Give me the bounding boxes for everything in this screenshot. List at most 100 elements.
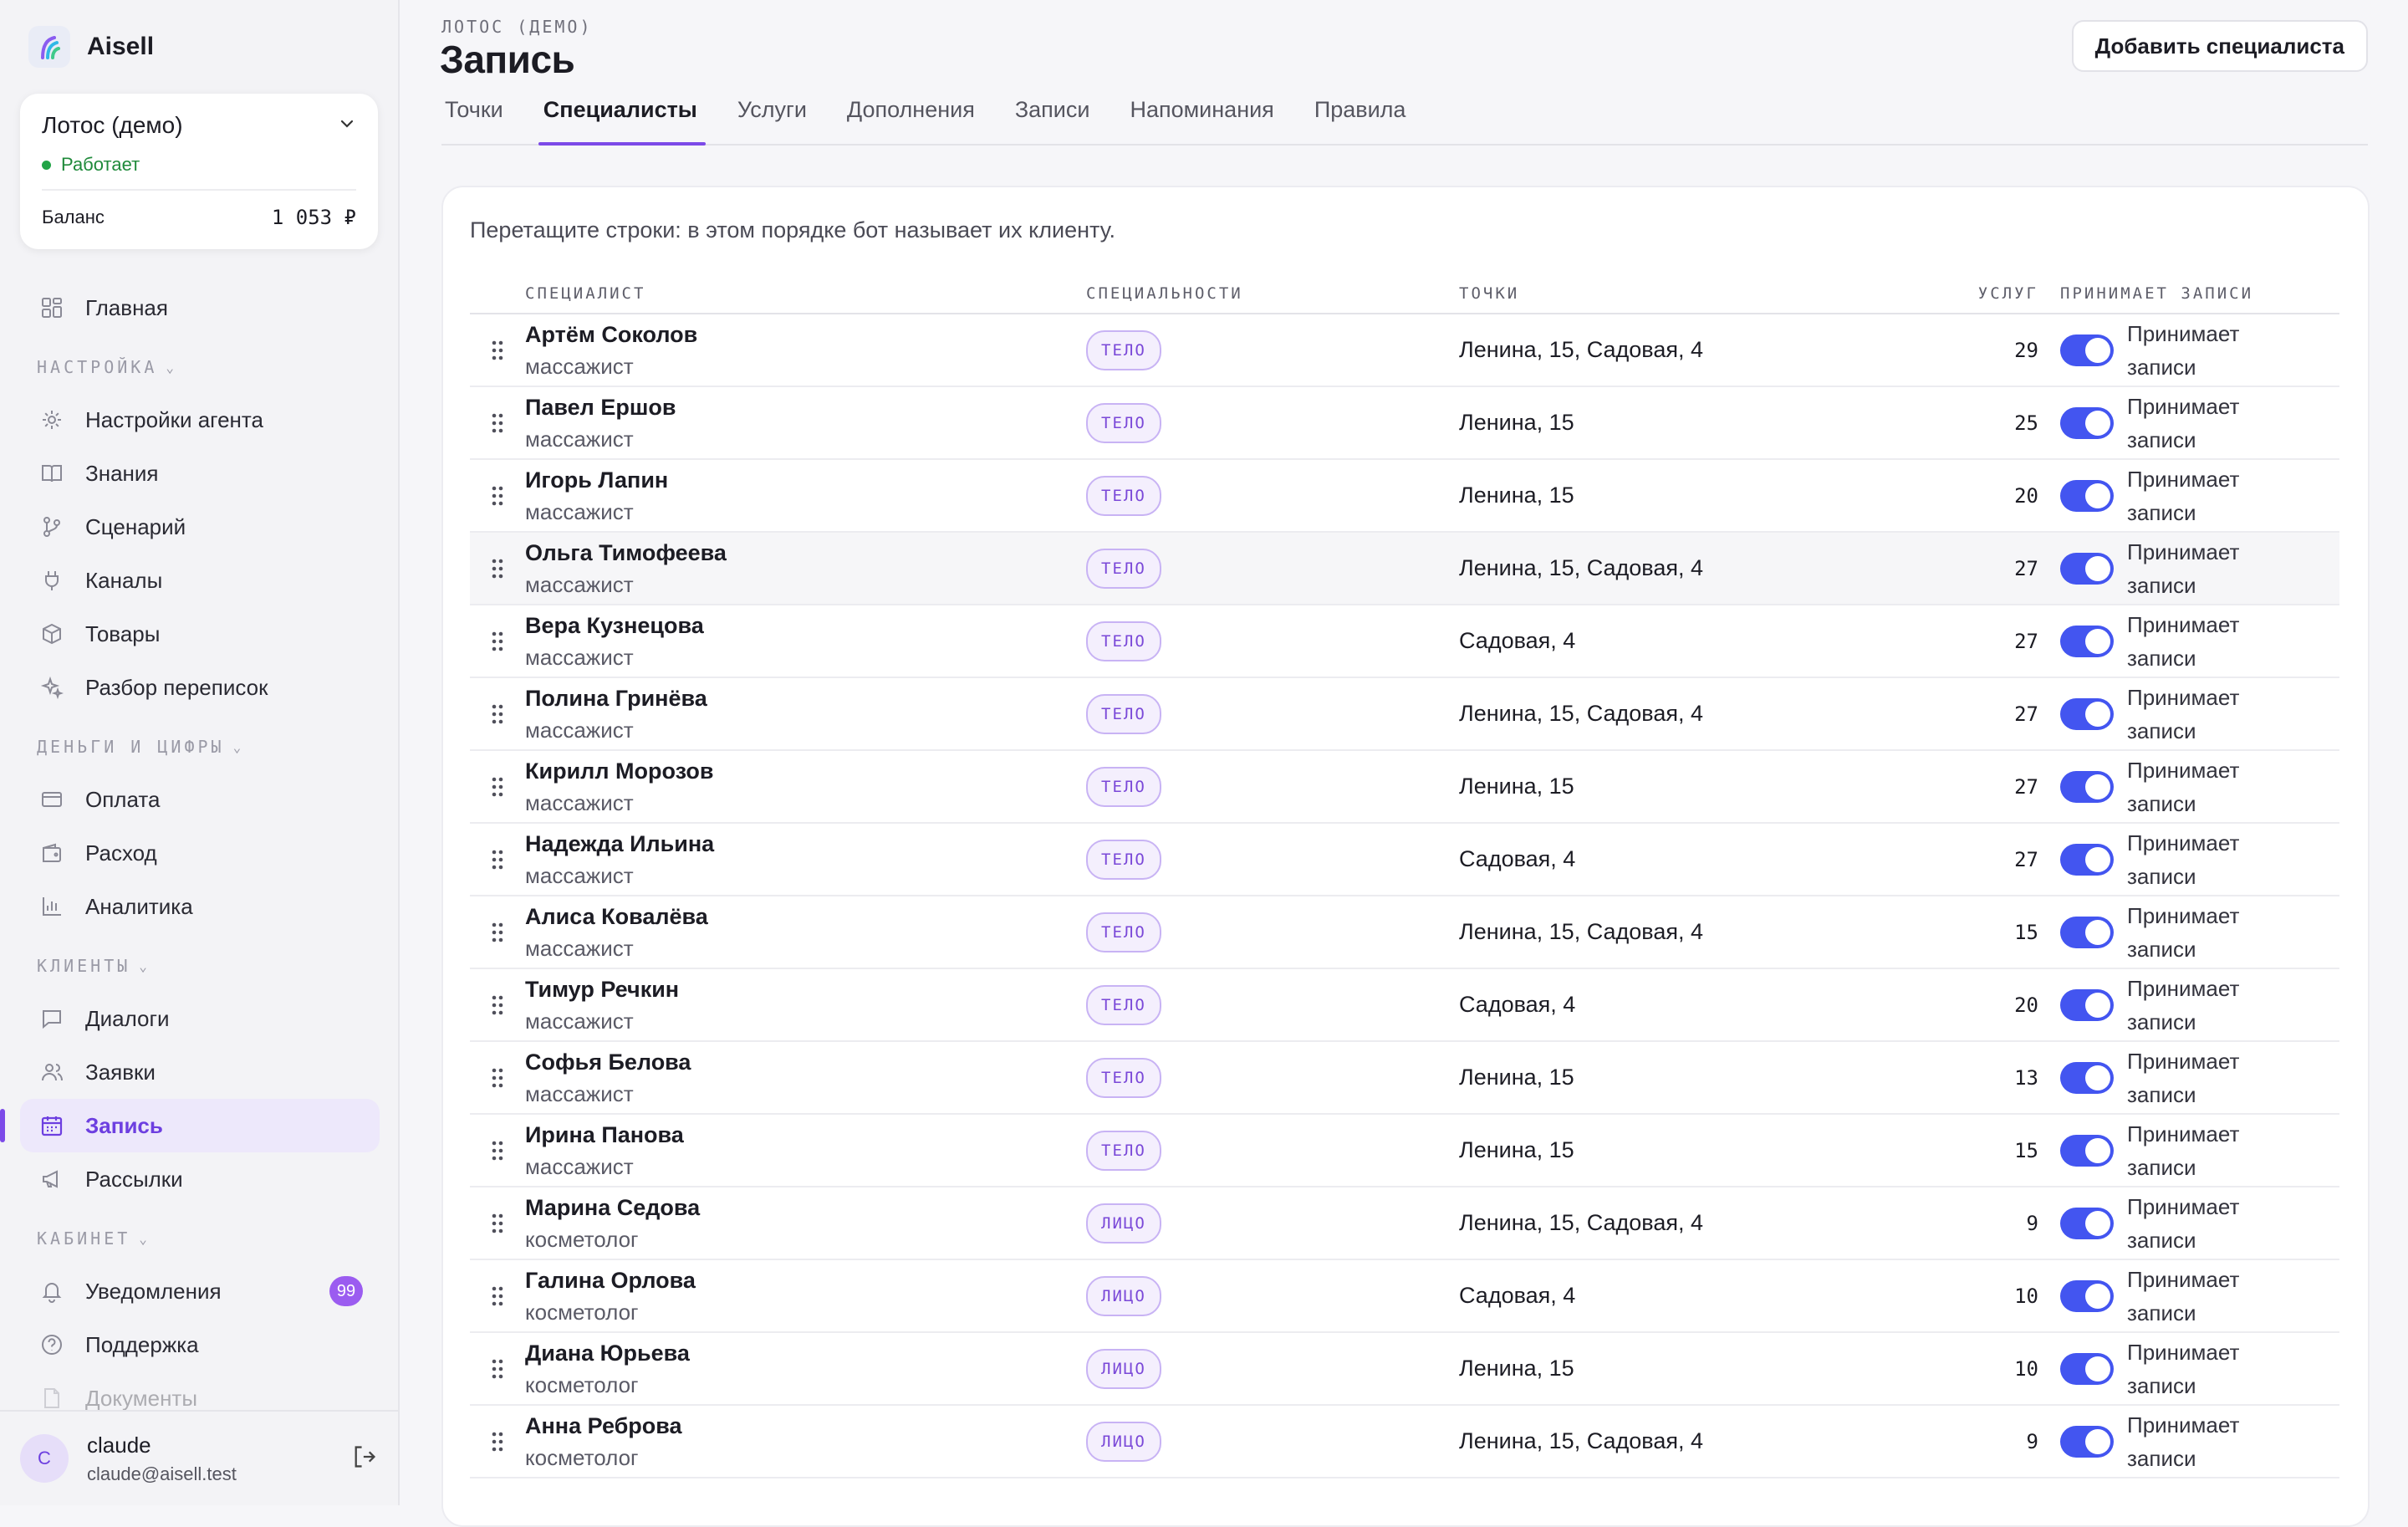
table-row[interactable]: Софья Белова массажист ТЕЛО Ленина, 15 13 При… bbox=[470, 1042, 2339, 1115]
column-header-specialties[interactable]: СПЕЦИАЛЬНОСТИ bbox=[1086, 284, 1459, 303]
accepts-bookings-toggle[interactable] bbox=[2060, 1207, 2114, 1239]
drag-handle-icon[interactable] bbox=[470, 484, 525, 508]
table-row[interactable]: Ирина Панова массажист ТЕЛО Ленина, 15 15 При… bbox=[470, 1115, 2339, 1187]
table-row[interactable]: Алиса Ковалёва массажист ТЕЛО Ленина, 15, С… bbox=[470, 896, 2339, 969]
tab-item[interactable]: Специалисты bbox=[538, 87, 706, 146]
accepts-bookings-toggle[interactable] bbox=[2060, 625, 2114, 657]
drag-handle-icon[interactable] bbox=[470, 630, 525, 653]
drag-handle-icon[interactable] bbox=[470, 1212, 525, 1235]
specialist-cell[interactable]: Марина Седова косметолог bbox=[525, 1192, 1086, 1255]
specialist-cell[interactable]: Полина Гринёва массажист bbox=[525, 682, 1086, 746]
table-row[interactable]: Павел Ершов массажист ТЕЛО Ленина, 15 25 Прин… bbox=[470, 387, 2339, 460]
drag-handle-icon[interactable] bbox=[470, 1284, 525, 1308]
specialist-cell[interactable]: Надежда Ильина массажист bbox=[525, 828, 1086, 891]
table-row[interactable]: Тимур Речкин массажист ТЕЛО Садовая, 4 20 При… bbox=[470, 969, 2339, 1042]
accepts-bookings-toggle[interactable] bbox=[2060, 988, 2114, 1021]
accepts-bookings-toggle[interactable] bbox=[2060, 1425, 2114, 1458]
org-switcher[interactable]: Лотос (демо) Работает Баланс 1 053 ₽ bbox=[20, 94, 378, 249]
drag-handle-icon[interactable] bbox=[470, 775, 525, 799]
accepts-bookings-toggle[interactable] bbox=[2060, 1279, 2114, 1312]
specialist-cell[interactable]: Галина Орлова косметолог bbox=[525, 1264, 1086, 1328]
tab-item[interactable]: Дополнения bbox=[844, 87, 978, 144]
sidebar-item-expense[interactable]: Расход bbox=[20, 826, 380, 880]
accepts-bookings-toggle[interactable] bbox=[2060, 916, 2114, 948]
drag-handle-icon[interactable] bbox=[470, 848, 525, 871]
table-row[interactable]: Анна Реброва косметолог ЛИЦО Ленина, 15, Са… bbox=[470, 1406, 2339, 1478]
specialist-cell[interactable]: Кирилл Морозов массажист bbox=[525, 755, 1086, 819]
accepts-bookings-toggle[interactable] bbox=[2060, 1352, 2114, 1385]
specialist-cell[interactable]: Софья Белова массажист bbox=[525, 1046, 1086, 1110]
drag-handle-icon[interactable] bbox=[470, 339, 525, 362]
logout-icon[interactable] bbox=[351, 1443, 378, 1474]
tab-item[interactable]: Услуги bbox=[734, 87, 810, 144]
avatar[interactable]: C bbox=[20, 1434, 69, 1483]
sidebar-item-support[interactable]: Поддержка bbox=[20, 1318, 380, 1371]
sidebar-item-payment[interactable]: Оплата bbox=[20, 773, 380, 826]
specialist-cell[interactable]: Диана Юрьева косметолог bbox=[525, 1337, 1086, 1401]
sidebar-item-requests[interactable]: Заявки bbox=[20, 1045, 380, 1099]
table-row[interactable]: Надежда Ильина массажист ТЕЛО Садовая, 4 27 П… bbox=[470, 824, 2339, 896]
drag-handle-icon[interactable] bbox=[470, 1139, 525, 1162]
specialist-cell[interactable]: Алиса Ковалёва массажист bbox=[525, 901, 1086, 964]
specialist-cell[interactable]: Ирина Панова массажист bbox=[525, 1119, 1086, 1182]
nav-section-money[interactable]: ДЕНЬГИ И ЦИФРЫ ⌄ bbox=[0, 714, 400, 773]
tab-item[interactable]: Правила bbox=[1311, 87, 1410, 144]
specialist-cell[interactable]: Тимур Речкин массажист bbox=[525, 973, 1086, 1037]
accepts-bookings-toggle[interactable] bbox=[2060, 406, 2114, 439]
specialist-cell[interactable]: Ольга Тимофеева массажист bbox=[525, 537, 1086, 600]
sidebar-item-products[interactable]: Товары bbox=[20, 607, 380, 661]
drag-handle-icon[interactable] bbox=[470, 1066, 525, 1090]
table-row[interactable]: Игорь Лапин массажист ТЕЛО Ленина, 15 20 Прин… bbox=[470, 460, 2339, 533]
nav-section-settings[interactable]: НАСТРОЙКА ⌄ bbox=[0, 335, 400, 393]
tab-item[interactable]: Напоминания bbox=[1126, 87, 1277, 144]
sidebar-item-booking[interactable]: Запись bbox=[0, 1099, 380, 1152]
column-header-points[interactable]: ТОЧКИ bbox=[1459, 284, 1931, 303]
table-row[interactable]: Вера Кузнецова массажист ТЕЛО Садовая, 4 27 П… bbox=[470, 605, 2339, 678]
nav-section-cabinet[interactable]: КАБИНЕТ ⌄ bbox=[0, 1206, 400, 1264]
table-row[interactable]: Марина Седова косметолог ЛИЦО Ленина, 15, С… bbox=[470, 1187, 2339, 1260]
table-row[interactable]: Артём Соколов массажист ТЕЛО Ленина, 15, Са… bbox=[470, 314, 2339, 387]
specialist-cell[interactable]: Павел Ершов массажист bbox=[525, 391, 1086, 455]
table-row[interactable]: Полина Гринёва массажист ТЕЛО Ленина, 15, С… bbox=[470, 678, 2339, 751]
sidebar-item-scenario[interactable]: Сценарий bbox=[20, 500, 380, 554]
sidebar-item-notifications[interactable]: Уведомления 99 bbox=[20, 1264, 380, 1318]
column-header-specialist[interactable]: СПЕЦИАЛИСТ bbox=[525, 284, 1086, 303]
drag-handle-icon[interactable] bbox=[470, 921, 525, 944]
add-specialist-button[interactable]: Добавить специалиста bbox=[2071, 20, 2368, 72]
tab-item[interactable]: Точки bbox=[441, 87, 507, 144]
specialist-cell[interactable]: Артём Соколов массажист bbox=[525, 319, 1086, 382]
table-row[interactable]: Кирилл Морозов массажист ТЕЛО Ленина, 15 27 П… bbox=[470, 751, 2339, 824]
accepts-bookings-toggle[interactable] bbox=[2060, 697, 2114, 730]
accepts-bookings-toggle[interactable] bbox=[2060, 770, 2114, 803]
sidebar-item-agent-settings[interactable]: Настройки агента bbox=[20, 393, 380, 447]
drag-handle-icon[interactable] bbox=[470, 1430, 525, 1453]
tab-item[interactable]: Записи bbox=[1012, 87, 1094, 144]
accepts-bookings-toggle[interactable] bbox=[2060, 1061, 2114, 1094]
sidebar-item-analytics[interactable]: Аналитика bbox=[20, 880, 380, 933]
table-row[interactable]: Галина Орлова косметолог ЛИЦО Садовая, 4 10 П… bbox=[470, 1260, 2339, 1333]
nav-section-clients[interactable]: КЛИЕНТЫ ⌄ bbox=[0, 933, 400, 992]
drag-handle-icon[interactable] bbox=[470, 557, 525, 580]
sidebar-item-chat-review[interactable]: Разбор переписок bbox=[20, 661, 380, 714]
sidebar-item-knowledge[interactable]: Знания bbox=[20, 447, 380, 500]
drag-handle-icon[interactable] bbox=[470, 1357, 525, 1381]
accepts-bookings-toggle[interactable] bbox=[2060, 1134, 2114, 1167]
accepts-bookings-toggle[interactable] bbox=[2060, 334, 2114, 366]
drag-handle-icon[interactable] bbox=[470, 993, 525, 1017]
table-row[interactable]: Ольга Тимофеева массажист ТЕЛО Ленина, 15, … bbox=[470, 533, 2339, 605]
specialist-cell[interactable]: Игорь Лапин массажист bbox=[525, 464, 1086, 528]
column-header-services[interactable]: УСЛУГ bbox=[1931, 284, 2038, 303]
specialist-cell[interactable]: Вера Кузнецова массажист bbox=[525, 610, 1086, 673]
specialist-cell[interactable]: Анна Реброва косметолог bbox=[525, 1410, 1086, 1473]
accepts-bookings-toggle[interactable] bbox=[2060, 552, 2114, 585]
column-header-accepts[interactable]: ПРИНИМАЕТ ЗАПИСИ bbox=[2038, 284, 2331, 303]
sidebar-item-dialogs[interactable]: Диалоги bbox=[20, 992, 380, 1045]
drag-handle-icon[interactable] bbox=[470, 702, 525, 726]
sidebar-item-channels[interactable]: Каналы bbox=[20, 554, 380, 607]
chevron-down-icon[interactable] bbox=[338, 115, 356, 137]
sidebar-item-mailings[interactable]: Рассылки bbox=[20, 1152, 380, 1206]
accepts-bookings-toggle[interactable] bbox=[2060, 843, 2114, 876]
accepts-bookings-toggle[interactable] bbox=[2060, 479, 2114, 512]
brand[interactable]: Aisell bbox=[0, 0, 398, 94]
drag-handle-icon[interactable] bbox=[470, 411, 525, 435]
